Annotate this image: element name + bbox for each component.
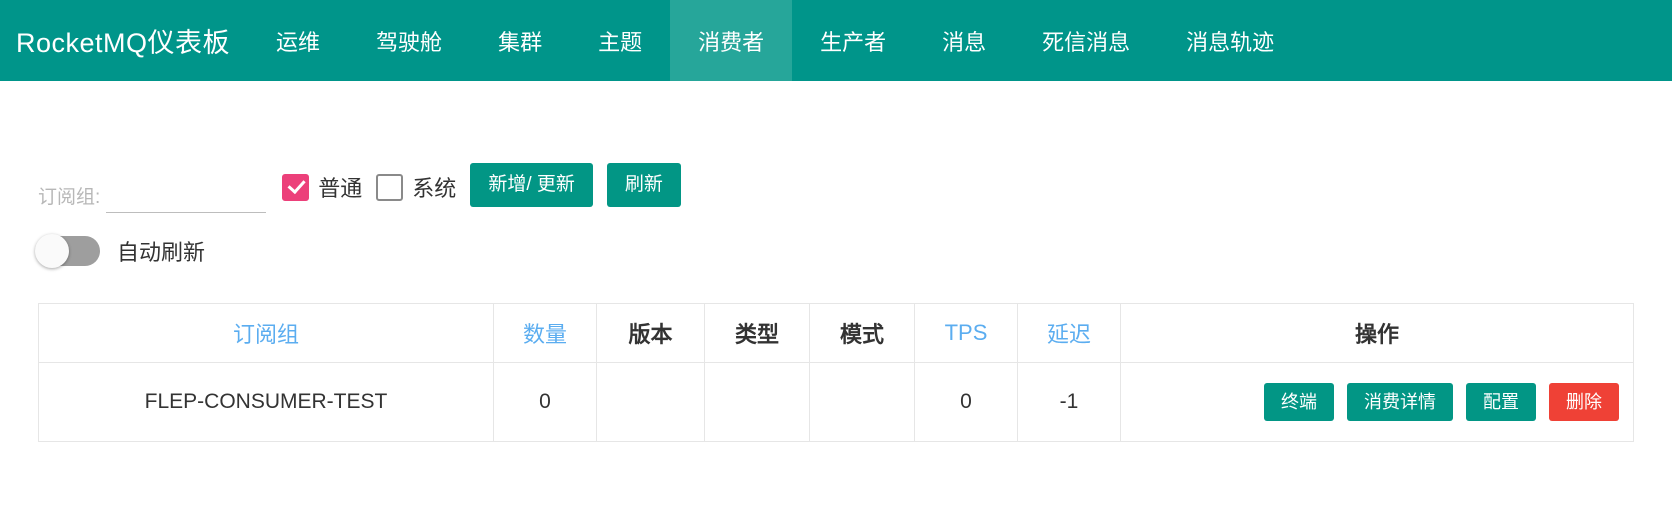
subscription-group-input[interactable] [106,187,267,213]
nav-item-dashboard[interactable]: 驾驶舱 [348,0,470,81]
add-update-button[interactable]: 新增/ 更新 [470,163,593,207]
cell-group: FLEP-CONSUMER-TEST [38,362,494,442]
consumer-table-wrapper: 订阅组 数量 版本 类型 模式 TPS 延迟 操作 FLEP-CONSUMER-… [20,303,1652,442]
column-header-actions: 操作 [1120,303,1634,363]
normal-checkbox-label: 普通 [318,176,363,201]
nav-item-ops[interactable]: 运维 [248,0,348,81]
table-row: FLEP-CONSUMER-TEST 0 0 -1 终端 消费详情 配置 删除 [38,362,1634,442]
auto-refresh-toggle-knob [35,234,69,268]
cell-type [704,362,810,442]
consumer-table: 订阅组 数量 版本 类型 模式 TPS 延迟 操作 FLEP-CONSUMER-… [38,303,1634,442]
config-button[interactable]: 配置 [1466,382,1536,422]
column-header-count[interactable]: 数量 [493,303,597,363]
cell-tps: 0 [914,362,1018,442]
auto-refresh-toggle[interactable] [35,234,100,268]
column-header-group[interactable]: 订阅组 [38,303,494,363]
system-checkbox[interactable]: 系统 [376,171,456,213]
brand-logo[interactable]: RocketMQ仪表板 [0,0,248,81]
column-header-version: 版本 [596,303,705,363]
top-navbar: RocketMQ仪表板 运维 驾驶舱 集群 主题 消费者 生产者 消息 死信消息… [0,0,1672,81]
cell-version [596,362,705,442]
cell-delay: -1 [1017,362,1121,442]
column-header-tps[interactable]: TPS [914,303,1018,363]
main-nav: 运维 驾驶舱 集群 主题 消费者 生产者 消息 死信消息 消息轨迹 [248,0,1302,81]
subscription-group-label: 订阅组: [38,187,101,208]
nav-item-dlq[interactable]: 死信消息 [1014,0,1158,81]
consumer-table-head: 订阅组 数量 版本 类型 模式 TPS 延迟 操作 [38,303,1634,363]
cell-actions: 终端 消费详情 配置 删除 [1120,362,1634,442]
auto-refresh-label: 自动刷新 [117,240,206,265]
auto-refresh-row: 自动刷新 [20,234,1652,268]
column-header-mode: 模式 [809,303,915,363]
nav-item-consumer[interactable]: 消费者 [670,0,793,81]
refresh-button[interactable]: 刷新 [606,163,681,207]
nav-item-producer[interactable]: 生产者 [792,0,914,81]
normal-checkbox-box[interactable] [282,173,310,201]
subscription-group-field: 订阅组: [38,182,267,213]
nav-item-trace[interactable]: 消息轨迹 [1158,0,1302,81]
system-checkbox-box[interactable] [376,173,404,201]
delete-button[interactable]: 删除 [1549,382,1619,422]
column-header-type: 类型 [704,303,810,363]
cell-mode [809,362,915,442]
cell-count: 0 [493,362,597,442]
nav-item-topic[interactable]: 主题 [570,0,670,81]
row-action-buttons: 终端 消费详情 配置 删除 [1135,382,1619,422]
table-header-row: 订阅组 数量 版本 类型 模式 TPS 延迟 操作 [38,303,1634,363]
page-content: 订阅组: 普通 系统 新增/ 更新 刷新 自动刷新 订阅组 数量 版本 类型 模… [0,143,1672,442]
nav-item-message[interactable]: 消息 [914,0,1014,81]
consumer-table-body: FLEP-CONSUMER-TEST 0 0 -1 终端 消费详情 配置 删除 [38,362,1634,442]
nav-item-cluster[interactable]: 集群 [470,0,570,81]
terminal-button[interactable]: 终端 [1264,382,1334,422]
consume-detail-button[interactable]: 消费详情 [1347,382,1453,422]
system-checkbox-label: 系统 [412,176,457,201]
filter-toolbar: 订阅组: 普通 系统 新增/ 更新 刷新 [20,143,1652,213]
normal-checkbox[interactable]: 普通 [282,171,362,213]
column-header-delay[interactable]: 延迟 [1017,303,1121,363]
